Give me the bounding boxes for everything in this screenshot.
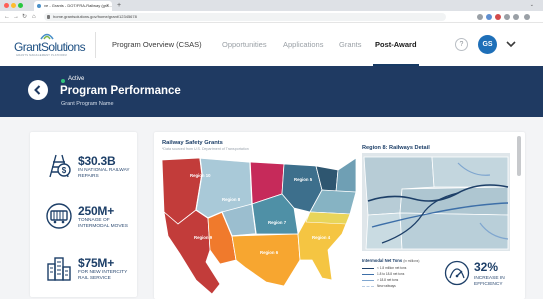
lock-icon xyxy=(47,15,50,19)
region-label: Region 9 xyxy=(194,235,213,240)
close-tab-icon[interactable]: × xyxy=(106,1,109,11)
map-source-note: *Data sourced from U.S. Department of Tr… xyxy=(162,147,249,151)
nav-opportunities[interactable]: Opportunities xyxy=(222,24,267,66)
region-label: Region 7 xyxy=(268,220,287,225)
map-card: Railway Safety Grants *Data sourced from… xyxy=(154,132,525,299)
legend-item: 1.8 to 18.8 net tons xyxy=(362,272,442,277)
forward-nav-icon[interactable]: → xyxy=(13,11,19,23)
browser-tabstrip: ve - Grants - DOT/FRA-Railway (gra... × … xyxy=(0,0,543,11)
favicon-icon xyxy=(37,4,41,8)
tab-menu-icon[interactable]: ⌄ xyxy=(530,0,537,11)
region-8-detail-map[interactable] xyxy=(362,153,510,251)
back-button[interactable] xyxy=(28,80,48,100)
browser-tab[interactable]: ve - Grants - DOT/FRA-Railway (gra... × xyxy=(34,1,112,11)
nav-program-overview[interactable]: Program Overview (CSAS) xyxy=(112,24,202,66)
minimize-window-icon[interactable] xyxy=(11,3,16,8)
page-subtitle: Grant Program Name xyxy=(61,101,114,107)
extension-icon[interactable] xyxy=(486,14,492,20)
freight-car-icon xyxy=(46,203,72,229)
legend-swatch xyxy=(362,280,374,281)
logo-text: GrantSolutions xyxy=(14,40,86,54)
rail-dollar-icon: $ xyxy=(49,154,71,178)
legend-title: Intermodal Net Tons (in millions) xyxy=(362,258,420,263)
legend-label: New railways xyxy=(377,284,396,288)
stat-item: $75M+ FOR NEW INTERCITY RAIL SERVICE xyxy=(30,250,137,290)
map-title: Railway Safety Grants xyxy=(162,140,223,146)
nav-applications[interactable]: Applications xyxy=(283,24,323,66)
status-label: Active xyxy=(68,76,85,82)
efficiency-gauge-icon xyxy=(444,260,470,286)
bookmark-star-icon[interactable] xyxy=(477,14,483,20)
nav-post-award[interactable]: Post-Award xyxy=(373,24,419,66)
help-icon[interactable]: ? xyxy=(455,38,468,51)
stat-label: TONNAGE OF INTERMODAL MOVES xyxy=(78,218,128,229)
chevron-down-icon[interactable] xyxy=(504,37,518,51)
legend-swatch xyxy=(362,274,374,275)
nav-divider xyxy=(95,32,96,58)
stat-label: FOR NEW INTERCITY RAIL SERVICE xyxy=(78,270,128,281)
legend-item: < 1.8 million net tons xyxy=(362,266,442,271)
stat-item: $ $30.3B IN NATIONAL RAILWAY REPAIRS xyxy=(30,148,137,188)
browser-tab-title: ve - Grants - DOT/FRA-Railway (gra... xyxy=(44,3,112,8)
extension-icon-2[interactable] xyxy=(495,14,501,20)
legend-swatch xyxy=(362,286,374,287)
legend-label: 1.8 to 18.8 net tons xyxy=(377,272,405,276)
home-icon[interactable]: ⌂ xyxy=(32,11,36,23)
profile-icon[interactable] xyxy=(513,14,519,20)
kebab-menu-icon[interactable] xyxy=(524,14,530,20)
address-bar-url: home.grantsolutions.gov/home/grant/12345… xyxy=(53,14,137,19)
app-window: ve - Grants - DOT/FRA-Railway (gra... × … xyxy=(0,0,543,299)
region-1-shape[interactable] xyxy=(335,157,357,193)
chevron-left-icon xyxy=(34,85,41,95)
stat-value: $30.3B xyxy=(78,154,116,168)
reload-icon[interactable]: ↻ xyxy=(22,11,27,23)
efficiency-label: INCREASE IN EFFICIENCY xyxy=(474,276,505,287)
legend-item: New railways xyxy=(362,284,442,289)
map-card-scrollbar[interactable] xyxy=(517,136,521,176)
logo-tagline: GRANTS MANAGEMENT PLATFORM xyxy=(16,54,67,57)
user-avatar[interactable]: GS xyxy=(478,35,497,54)
nav-grants[interactable]: Grants xyxy=(339,24,362,66)
efficiency-value: 32% xyxy=(474,260,499,274)
legend-label: > 18.8 net tons xyxy=(377,278,399,282)
close-window-icon[interactable] xyxy=(4,3,9,8)
region-label: Region 8 xyxy=(222,197,241,202)
stat-item: 250M+ TONNAGE OF INTERMODAL MOVES xyxy=(30,198,137,238)
grantsolutions-logo[interactable]: GrantSolutions GRANTS MANAGEMENT PLATFOR… xyxy=(14,32,86,58)
puzzle-icon[interactable] xyxy=(504,14,510,20)
status-dot-icon xyxy=(61,79,65,83)
maximize-window-icon[interactable] xyxy=(18,3,23,8)
region-label: Region 6 xyxy=(260,250,279,255)
city-buildings-icon xyxy=(47,257,71,281)
main-content: $ $30.3B IN NATIONAL RAILWAY REPAIRS 250… xyxy=(0,117,543,299)
legend-unit: (in millions) xyxy=(403,259,420,263)
page-title: Program Performance xyxy=(60,85,181,97)
region-4-north-shape[interactable] xyxy=(305,211,351,225)
region-label: Region 10 xyxy=(190,173,211,178)
detail-title: Region 8: Railways Detail xyxy=(362,145,430,151)
stat-value: 250M+ xyxy=(78,204,115,218)
app-header: GrantSolutions GRANTS MANAGEMENT PLATFOR… xyxy=(0,24,543,66)
legend-item: > 18.8 net tons xyxy=(362,278,442,283)
back-nav-icon[interactable]: ← xyxy=(4,11,10,23)
svg-text:$: $ xyxy=(62,166,67,175)
legend-swatch xyxy=(362,268,374,269)
logo-mark-icon xyxy=(40,33,54,40)
stat-value: $75M+ xyxy=(78,256,115,270)
page-banner: Active Program Performance Grant Program… xyxy=(0,66,543,117)
stat-label: IN NATIONAL RAILWAY REPAIRS xyxy=(78,168,130,179)
region-label: Region 4 xyxy=(312,235,331,240)
browser-toolbar: ← → ↻ ⌂ home.grantsolutions.gov/home/gra… xyxy=(0,11,543,23)
new-tab-icon[interactable]: + xyxy=(117,0,121,11)
stats-card: $ $30.3B IN NATIONAL RAILWAY REPAIRS 250… xyxy=(30,132,137,297)
address-bar[interactable]: home.grantsolutions.gov/home/grant/12345… xyxy=(44,13,446,21)
region-6-shape[interactable] xyxy=(231,233,301,287)
legend-label: < 1.8 million net tons xyxy=(377,266,407,270)
region-label: Region 5 xyxy=(294,177,313,182)
